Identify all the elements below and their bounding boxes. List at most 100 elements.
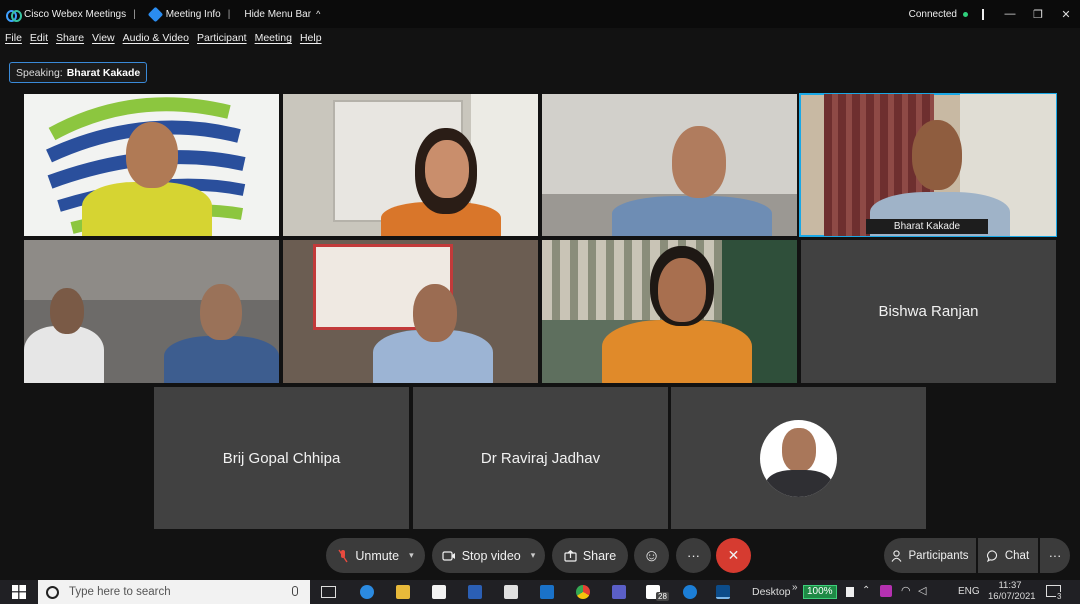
connection-status: Connected — [908, 8, 957, 20]
more-options-button[interactable]: ··· — [676, 538, 711, 573]
meeting-info-button[interactable]: Meeting Info | — [144, 6, 239, 22]
chevrons-icon[interactable]: » — [792, 582, 798, 593]
menu-edit[interactable]: Edit — [30, 32, 48, 44]
menu-help[interactable]: Help — [300, 32, 322, 44]
store-icon[interactable] — [504, 585, 518, 599]
participant-head — [50, 288, 84, 334]
close-window-button[interactable]: ✕ — [1052, 8, 1080, 21]
participant-head — [126, 122, 178, 188]
video-tile-4[interactable]: Bharat Kakade — [799, 93, 1057, 237]
participant-tile-brij[interactable]: Brij Gopal Chhipa — [154, 387, 409, 529]
tray-chevron-up-icon[interactable]: ⌃ — [862, 585, 870, 596]
minimize-button[interactable]: — — [996, 8, 1024, 20]
chevron-down-icon[interactable]: ▾ — [531, 550, 536, 561]
chrome-icon[interactable] — [576, 585, 590, 599]
menu-view[interactable]: View — [92, 32, 115, 44]
participant-head — [912, 120, 962, 190]
search-placeholder: Type here to search — [69, 586, 171, 598]
speaking-name: Bharat Kakade — [66, 66, 141, 79]
separator: | — [227, 8, 231, 20]
file-explorer-icon[interactable] — [396, 585, 410, 599]
restore-button[interactable]: ❐ — [1024, 8, 1052, 21]
video-tile-2[interactable] — [283, 94, 538, 236]
desktop-toolbar-label[interactable]: Desktop — [752, 586, 791, 598]
microphone-muted-icon — [338, 549, 348, 562]
participant-body — [24, 326, 104, 383]
meeting-info-icon — [147, 6, 163, 22]
video-tile-3[interactable] — [542, 94, 797, 236]
webex-logo-icon — [6, 9, 22, 22]
tray-app-icon[interactable] — [880, 585, 892, 597]
wifi-icon[interactable]: ◠ — [901, 584, 911, 597]
menu-file[interactable]: File — [5, 32, 22, 44]
app-name: Cisco Webex Meetings — [24, 8, 127, 20]
participant-head — [672, 126, 726, 198]
app-title: Cisco Webex Meetings | — [0, 8, 144, 22]
menu-meeting[interactable]: Meeting — [255, 32, 292, 44]
webex-taskbar-icon[interactable] — [716, 585, 730, 599]
teams-icon[interactable] — [612, 585, 626, 599]
video-tile-1[interactable] — [24, 94, 279, 236]
participant-body — [612, 196, 772, 236]
leave-meeting-button[interactable]: ✕ — [716, 538, 751, 573]
edge-legacy-icon[interactable] — [360, 585, 374, 599]
reactions-button[interactable]: ☺ — [634, 538, 669, 573]
notepad-icon[interactable] — [432, 585, 446, 599]
video-tile-5[interactable] — [24, 240, 279, 383]
participant-head — [658, 258, 706, 322]
participant-body — [602, 320, 752, 383]
chevron-down-icon[interactable]: ▾ — [409, 550, 414, 561]
stop-video-button[interactable]: Stop video ▾ — [432, 538, 545, 573]
participants-button[interactable]: Participants — [884, 538, 976, 573]
panel-more-button[interactable]: ··· — [1040, 538, 1070, 573]
video-tile-7[interactable] — [542, 240, 797, 383]
meeting-info-label: Meeting Info — [165, 8, 221, 20]
participant-name-tag: Bharat Kakade — [866, 219, 988, 234]
person-icon — [892, 549, 902, 562]
hide-menu-bar-button[interactable]: Hide Menu Bar ^ — [238, 9, 326, 20]
participant-tile-avatar[interactable] — [671, 387, 926, 529]
participant-name: Dr Raviraj Jadhav — [480, 449, 601, 467]
unmute-button[interactable]: Unmute ▾ — [326, 538, 425, 573]
participant-tile-bishwa[interactable]: Bishwa Ranjan — [801, 240, 1056, 383]
windows-start-icon[interactable] — [12, 585, 26, 599]
language-indicator[interactable]: ENG — [958, 586, 980, 597]
cortana-icon — [46, 585, 59, 599]
microphone-icon[interactable] — [292, 586, 298, 596]
menu-share[interactable]: Share — [56, 32, 84, 44]
menu-participant[interactable]: Participant — [197, 32, 247, 44]
share-label: Share — [582, 548, 617, 563]
clock-date: 16/07/2021 — [988, 591, 1036, 602]
task-view-icon[interactable] — [321, 586, 336, 598]
speaker-icon[interactable]: ◁ — [918, 584, 926, 597]
taskbar-search-box[interactable]: Type here to search — [38, 580, 310, 604]
share-button[interactable]: Share — [552, 538, 628, 573]
ellipsis-icon: ··· — [1048, 548, 1062, 563]
word-icon[interactable] — [468, 585, 482, 599]
participant-tile-raviraj[interactable]: Dr Raviraj Jadhav — [413, 387, 668, 529]
participant-name: Brij Gopal Chhipa — [222, 449, 341, 467]
video-tile-6[interactable] — [283, 240, 538, 383]
taskbar-clock[interactable]: 11:37 16/07/2021 — [988, 580, 1036, 602]
smiley-icon: ☺ — [642, 545, 661, 565]
chat-button[interactable]: Chat — [978, 538, 1038, 573]
ellipsis-icon: ··· — [687, 548, 700, 563]
hide-menu-label: Hide Menu Bar — [244, 8, 312, 20]
speaking-prefix: Speaking: — [16, 66, 63, 79]
notification-count: 3 — [1056, 592, 1063, 601]
active-speaker-label: Speaking: Bharat Kakade — [9, 62, 148, 83]
connected-dot-icon — [963, 11, 968, 17]
share-screen-icon — [564, 549, 577, 562]
menu-audio-video[interactable]: Audio & Video — [123, 32, 189, 44]
windows-taskbar: Type here to search 28 Desktop » 100% ⌃ … — [0, 580, 1080, 604]
avatar-suit — [766, 469, 832, 497]
divider-mark — [982, 8, 984, 20]
edge-icon[interactable] — [683, 585, 697, 599]
battery-indicator[interactable]: 100% — [803, 585, 837, 599]
unmute-label: Unmute — [355, 548, 400, 563]
participant-avatar — [760, 419, 837, 497]
participant-name: Bishwa Ranjan — [878, 303, 979, 320]
participant-head — [200, 284, 242, 340]
participant-head — [425, 140, 469, 198]
outlook-icon[interactable] — [540, 585, 554, 599]
